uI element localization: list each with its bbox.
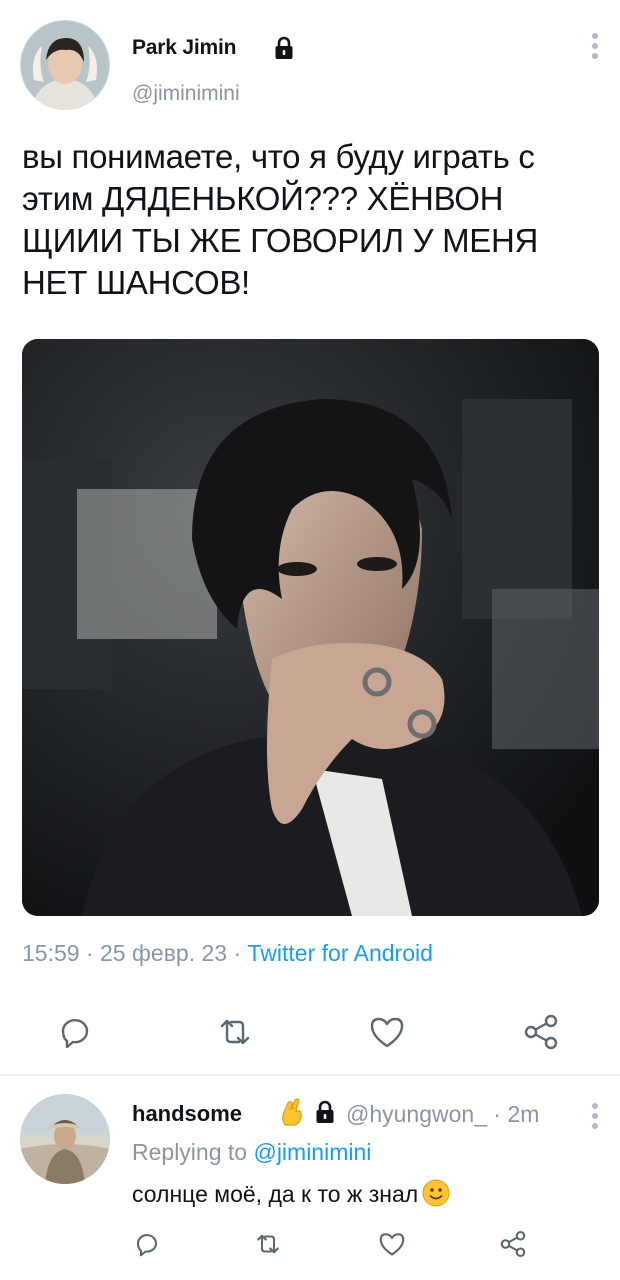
share-icon[interactable] bbox=[498, 1229, 528, 1259]
reply-icon[interactable] bbox=[132, 1229, 162, 1259]
replying-to-label: Replying to bbox=[132, 1139, 248, 1165]
replying-to-mention[interactable]: @jiminimini bbox=[253, 1139, 371, 1165]
reply-header-meta: @hyungwon_ · 2m bbox=[346, 1101, 539, 1128]
reply-author-handle[interactable]: @hyungwon_ bbox=[346, 1101, 487, 1127]
heart-icon[interactable] bbox=[377, 1229, 407, 1259]
share-icon[interactable] bbox=[521, 1012, 561, 1052]
tweet-text: вы понимаете, что я буду играть с этим Д… bbox=[22, 138, 539, 301]
reply-text: солнце моё, да к то ж знал bbox=[132, 1179, 450, 1208]
retweet-icon[interactable] bbox=[215, 1012, 255, 1052]
more-vertical-icon[interactable] bbox=[585, 1100, 605, 1132]
reply-author-name[interactable]: handsome bbox=[132, 1101, 242, 1127]
reply-icon[interactable] bbox=[55, 1012, 95, 1052]
tweet-meta: 15:59 · 25 февр. 23 · Twitter for Androi… bbox=[22, 940, 433, 967]
smiling-face-emoji-icon bbox=[422, 1179, 450, 1207]
lock-icon bbox=[315, 1100, 335, 1124]
lock-icon bbox=[274, 36, 294, 60]
author-handle[interactable]: @jiminimini bbox=[132, 82, 240, 106]
tweet-photo[interactable] bbox=[22, 339, 599, 916]
divider bbox=[0, 1074, 620, 1076]
replying-to: Replying to @jiminimini bbox=[132, 1139, 371, 1166]
more-vertical-icon[interactable] bbox=[585, 30, 605, 62]
meta-separator: · bbox=[79, 940, 101, 966]
meta-separator: · bbox=[487, 1101, 508, 1127]
author-name[interactable]: Park Jimin bbox=[132, 36, 236, 60]
reply-time: 2m bbox=[507, 1101, 540, 1127]
reply-author-avatar[interactable] bbox=[20, 1094, 110, 1184]
author-avatar[interactable] bbox=[20, 20, 110, 110]
meta-separator: · bbox=[227, 940, 248, 966]
crossed-fingers-emoji-icon bbox=[278, 1097, 306, 1127]
retweet-icon[interactable] bbox=[253, 1229, 283, 1259]
tweet-date: 25 февр. 23 bbox=[100, 940, 228, 966]
heart-icon[interactable] bbox=[367, 1012, 407, 1052]
tweet-time: 15:59 bbox=[22, 940, 80, 966]
reply-text-content: солнце моё, да к то ж знал bbox=[132, 1181, 419, 1207]
tweet-source-link[interactable]: Twitter for Android bbox=[248, 940, 433, 966]
